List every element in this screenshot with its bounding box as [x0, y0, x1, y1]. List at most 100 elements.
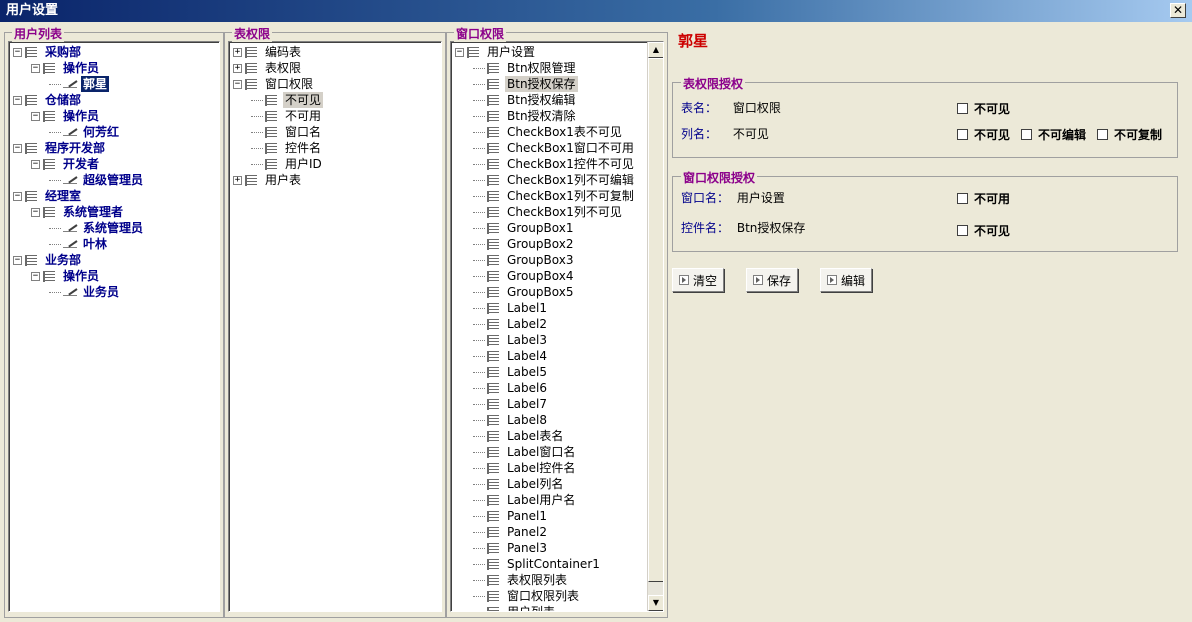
tree-node-label[interactable]: Label1	[505, 300, 549, 316]
tree-node-label[interactable]: 操作员	[61, 268, 101, 284]
tree-node[interactable]: − 开发者	[13, 156, 145, 172]
tree-node[interactable]: 窗口名	[233, 124, 324, 140]
tree-node[interactable]: GroupBox4	[455, 268, 636, 284]
tree-node[interactable]: 系统管理员	[13, 220, 145, 236]
table-invisible-checkbox[interactable]: 不可见	[957, 100, 1010, 117]
expand-toggle-icon[interactable]: +	[233, 47, 242, 57]
tree-node-label[interactable]: 经理室	[43, 188, 83, 204]
collapse-toggle-icon[interactable]: −	[31, 271, 40, 281]
window-disabled-checkbox[interactable]: 不可用	[957, 190, 1010, 207]
tree-node[interactable]: Label列名	[455, 476, 636, 492]
tree-node[interactable]: CheckBox1窗口不可用	[455, 140, 636, 156]
tree-node-label[interactable]: Label4	[505, 348, 549, 364]
tree-node-label[interactable]: 仓储部	[43, 92, 83, 108]
tree-node-label[interactable]: 表权限列表	[505, 572, 569, 588]
tree-node[interactable]: 用户ID	[233, 156, 324, 172]
tree-node-label[interactable]: 用户表	[263, 172, 303, 188]
collapse-toggle-icon[interactable]: −	[13, 47, 22, 57]
tree-node[interactable]: Label5	[455, 364, 636, 380]
tree-node[interactable]: Label3	[455, 332, 636, 348]
tree-node-label[interactable]: GroupBox5	[505, 284, 575, 300]
tree-node[interactable]: GroupBox3	[455, 252, 636, 268]
tree-node[interactable]: 郭星	[13, 76, 145, 92]
control-invisible-checkbox[interactable]: 不可见	[957, 222, 1010, 239]
tree-node-label[interactable]: CheckBox1窗口不可用	[505, 140, 636, 156]
checkbox-box[interactable]	[957, 129, 968, 140]
collapse-toggle-icon[interactable]: −	[233, 79, 242, 89]
tree-node-label[interactable]: 程序开发部	[43, 140, 107, 156]
edit-button[interactable]: 编辑	[820, 268, 873, 292]
tree-node[interactable]: Label2	[455, 316, 636, 332]
tree-node-label[interactable]: 操作员	[61, 108, 101, 124]
tree-node-label[interactable]: Label2	[505, 316, 549, 332]
tree-node-label[interactable]: 郭星	[81, 76, 110, 92]
tree-node[interactable]: CheckBox1控件不可见	[455, 156, 636, 172]
tree-node[interactable]: SplitContainer1	[455, 556, 636, 572]
scroll-up-button[interactable]: ▲	[648, 42, 663, 58]
tree-node[interactable]: 不可见	[233, 92, 324, 108]
tree-node[interactable]: CheckBox1表不可见	[455, 124, 636, 140]
tree-node-label[interactable]: Panel2	[505, 524, 549, 540]
tree-node[interactable]: + 编码表	[233, 44, 324, 60]
expand-toggle-icon[interactable]: +	[233, 63, 242, 73]
checkbox-box[interactable]	[957, 225, 968, 236]
tree-node-label[interactable]: 业务员	[81, 284, 121, 300]
tree-node-label[interactable]: Label6	[505, 380, 549, 396]
clear-button[interactable]: 清空	[672, 268, 725, 292]
tree-node[interactable]: Label表名	[455, 428, 636, 444]
collapse-toggle-icon[interactable]: −	[31, 207, 40, 217]
window-tree-scrollbar[interactable]: ▲ ▼	[647, 42, 663, 611]
checkbox-box[interactable]	[957, 193, 968, 204]
tree-node-label[interactable]: Btn授权保存	[505, 76, 578, 92]
tree-node-label[interactable]: 叶林	[81, 236, 109, 252]
tree-node-label[interactable]: Label表名	[505, 428, 565, 444]
tree-node-label[interactable]: 采购部	[43, 44, 83, 60]
tree-node[interactable]: Label窗口名	[455, 444, 636, 460]
tree-node-label[interactable]: Label用户名	[505, 492, 577, 508]
tree-node[interactable]: − 操作员	[13, 60, 145, 76]
collapse-toggle-icon[interactable]: −	[455, 47, 464, 57]
tree-node-label[interactable]: GroupBox4	[505, 268, 575, 284]
tree-node[interactable]: 用户列表	[455, 604, 636, 611]
tree-node-label[interactable]: 不可用	[283, 108, 323, 124]
scroll-thumb[interactable]	[648, 58, 663, 582]
collapse-toggle-icon[interactable]: −	[13, 255, 22, 265]
tree-node-label[interactable]: Label列名	[505, 476, 565, 492]
collapse-toggle-icon[interactable]: −	[13, 95, 22, 105]
tree-node[interactable]: 窗口权限列表	[455, 588, 636, 604]
tree-node[interactable]: Panel2	[455, 524, 636, 540]
tree-node[interactable]: GroupBox5	[455, 284, 636, 300]
checkbox-box[interactable]	[957, 103, 968, 114]
tree-node-label[interactable]: Label3	[505, 332, 549, 348]
tree-node[interactable]: − 程序开发部	[13, 140, 145, 156]
tree-node-label[interactable]: GroupBox1	[505, 220, 575, 236]
tree-node-label[interactable]: Label控件名	[505, 460, 577, 476]
tree-node-label[interactable]: CheckBox1表不可见	[505, 124, 624, 140]
collapse-toggle-icon[interactable]: −	[31, 63, 40, 73]
tree-node-label[interactable]: Btn授权清除	[505, 108, 578, 124]
tree-node[interactable]: − 经理室	[13, 188, 145, 204]
tree-node-label[interactable]: 窗口权限列表	[505, 588, 581, 604]
collapse-toggle-icon[interactable]: −	[13, 191, 22, 201]
tree-node-label[interactable]: 系统管理者	[61, 204, 125, 220]
tree-node[interactable]: Label4	[455, 348, 636, 364]
tree-node[interactable]: + 用户表	[233, 172, 324, 188]
tree-node-label[interactable]: CheckBox1列不可编辑	[505, 172, 636, 188]
tree-node[interactable]: Label控件名	[455, 460, 636, 476]
save-button[interactable]: 保存	[746, 268, 799, 292]
tree-node-label[interactable]: GroupBox2	[505, 236, 575, 252]
tree-node-label[interactable]: 系统管理员	[81, 220, 145, 236]
tree-node[interactable]: − 操作员	[13, 108, 145, 124]
tree-node[interactable]: − 操作员	[13, 268, 145, 284]
tree-node[interactable]: + 表权限	[233, 60, 324, 76]
tree-node-label[interactable]: 开发者	[61, 156, 101, 172]
tree-node-label[interactable]: Label5	[505, 364, 549, 380]
tree-node-label[interactable]: SplitContainer1	[505, 556, 602, 572]
tree-node[interactable]: − 采购部	[13, 44, 145, 60]
tree-node[interactable]: 何芳红	[13, 124, 145, 140]
tree-node[interactable]: 控件名	[233, 140, 324, 156]
tree-node[interactable]: GroupBox2	[455, 236, 636, 252]
scroll-down-button[interactable]: ▼	[648, 595, 663, 611]
tree-node[interactable]: − 仓储部	[13, 92, 145, 108]
tree-node-label[interactable]: 业务部	[43, 252, 83, 268]
